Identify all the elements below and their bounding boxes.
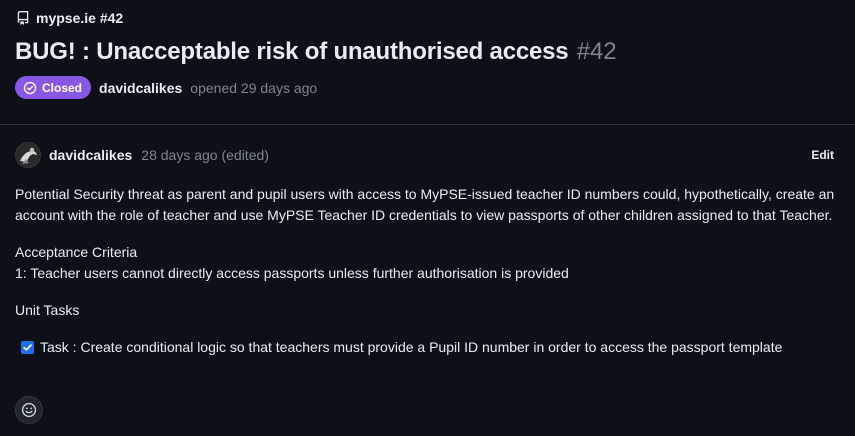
status-label: Closed	[42, 80, 83, 95]
comment-body: Potential Security threat as parent and …	[15, 184, 845, 358]
avatar[interactable]	[15, 142, 41, 168]
comment-header: davidcalikes 28 days ago (edited) Edit	[15, 142, 834, 168]
comment-timestamp[interactable]: 28 days ago (edited)	[141, 147, 269, 163]
repo-breadcrumb[interactable]: mypse.ie #42	[16, 10, 123, 26]
issue-title: BUG! : Unacceptable risk of unauthorised…	[15, 38, 569, 65]
add-reaction-button[interactable]	[15, 396, 43, 424]
header-divider	[0, 124, 855, 125]
issue-meta: Closed davidcalikes opened 29 days ago	[15, 76, 317, 99]
task-list-item: Task : Create conditional logic so that …	[21, 337, 845, 358]
acceptance-criteria-item: 1: Teacher users cannot directly access …	[15, 265, 569, 281]
opened-text: opened 29 days ago	[190, 79, 318, 96]
repo-label[interactable]: mypse.ie #42	[36, 10, 123, 26]
status-badge: Closed	[15, 76, 92, 99]
issue-number: #42	[576, 38, 617, 65]
task-checkbox[interactable]	[21, 341, 34, 354]
check-icon	[23, 344, 32, 351]
issue-author-link[interactable]: davidcalikes	[99, 80, 182, 96]
comment-author-link[interactable]: davidcalikes	[49, 147, 132, 163]
edit-button[interactable]: Edit	[811, 148, 834, 162]
comment-paragraph: Potential Security threat as parent and …	[15, 186, 835, 223]
page-title: BUG! : Unacceptable risk of unauthorised…	[15, 38, 617, 66]
issue-closed-icon	[23, 81, 37, 94]
smiley-icon	[21, 402, 37, 418]
unit-tasks-heading: Unit Tasks	[15, 302, 80, 318]
acceptance-criteria-heading: Acceptance Criteria	[15, 244, 138, 260]
task-label: Task : Create conditional logic so that …	[40, 339, 783, 355]
repo-icon	[17, 11, 29, 25]
